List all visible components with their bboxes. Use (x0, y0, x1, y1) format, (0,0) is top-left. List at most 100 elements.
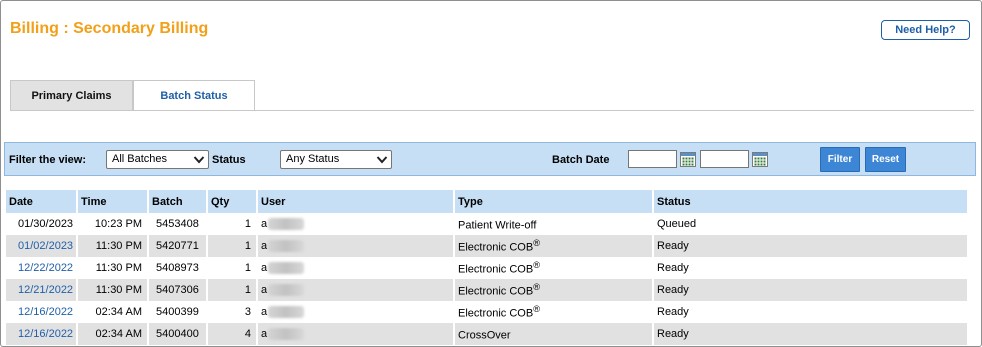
table-row: 01/02/2023 11:30 PM 5420771 1 a Electron… (6, 235, 969, 257)
row-date-link[interactable]: 12/22/2022 (6, 257, 78, 279)
row-time: 11:30 PM (77, 257, 149, 279)
row-type-label: Electronic COB (458, 307, 534, 320)
row-date-link[interactable]: 12/16/2022 (6, 323, 78, 345)
batches-select[interactable]: All Batches (106, 150, 209, 169)
row-time: 02:34 AM (77, 301, 149, 323)
row-batch: 5420771 (148, 235, 208, 257)
redacted-user (268, 262, 305, 275)
status-select-value: Any Status (286, 153, 340, 165)
row-type-label: Electronic COB (458, 263, 534, 276)
row-user: a (257, 279, 455, 301)
table-row: 12/22/2022 11:30 PM 5408973 1 a Electron… (6, 257, 969, 279)
row-date-link[interactable]: 12/16/2022 (6, 301, 78, 323)
chevron-down-icon (376, 156, 388, 164)
redacted-user (268, 240, 305, 253)
reset-button[interactable]: Reset (865, 147, 906, 172)
row-type: Electronic COB® (454, 279, 654, 301)
row-user: a (257, 301, 455, 323)
row-batch: 5408973 (148, 257, 208, 279)
row-type-label: Electronic COB (458, 241, 534, 254)
row-qty: 1 (207, 257, 258, 279)
row-type-label: Patient Write-off (458, 219, 537, 232)
table-row: 12/21/2022 11:30 PM 5407306 1 a Electron… (6, 279, 969, 301)
calendar-icon[interactable] (680, 152, 696, 167)
table-row: 12/16/2022 02:34 AM 5400400 4 a CrossOve… (6, 323, 969, 345)
registered-mark: ® (533, 304, 540, 315)
calendar-icon[interactable] (752, 152, 768, 167)
tab-primary-claims[interactable]: Primary Claims (10, 80, 133, 111)
filter-bar: Filter the view: All Batches Status Any … (4, 142, 976, 176)
filter-view-label: Filter the view: (9, 154, 87, 166)
row-user-prefix: a (261, 327, 268, 340)
row-user-prefix: a (261, 217, 268, 230)
row-time: 11:30 PM (77, 279, 149, 301)
row-status: Ready (653, 235, 969, 257)
row-type: Electronic COB® (454, 257, 654, 279)
row-batch: 5407306 (148, 279, 208, 301)
row-type: Electronic COB® (454, 301, 654, 323)
chevron-down-icon (193, 156, 205, 164)
row-user-prefix: a (261, 305, 268, 318)
row-user-prefix: a (261, 283, 268, 296)
row-time: 02:34 AM (77, 323, 149, 345)
table-header-row: Date Time Batch Qty User Type Status (6, 190, 969, 213)
row-qty: 3 (207, 301, 258, 323)
batches-select-value: All Batches (112, 153, 168, 165)
row-user-prefix: a (261, 261, 268, 274)
row-qty: 1 (207, 213, 258, 235)
registered-mark: ® (533, 282, 540, 293)
row-user: a (257, 323, 455, 345)
row-qty: 1 (207, 235, 258, 257)
row-user: a (257, 213, 455, 235)
row-status: Queued (653, 213, 969, 235)
row-qty: 4 (207, 323, 258, 345)
column-header-qty[interactable]: Qty (207, 190, 258, 213)
row-date-link[interactable]: 01/02/2023 (6, 235, 78, 257)
row-batch: 5400400 (148, 323, 208, 345)
redacted-user (268, 284, 305, 297)
row-batch: 5400399 (148, 301, 208, 323)
column-header-user[interactable]: User (257, 190, 455, 213)
row-time: 10:23 PM (77, 213, 149, 235)
redacted-user (268, 328, 305, 341)
row-qty: 1 (207, 279, 258, 301)
row-date: 01/30/2023 (6, 213, 78, 235)
tab-divider (10, 110, 974, 111)
row-type-label: Electronic COB (458, 285, 534, 298)
row-status: Ready (653, 301, 969, 323)
redacted-user (268, 306, 305, 319)
row-user: a (257, 257, 455, 279)
row-status: Ready (653, 257, 969, 279)
table-row: 01/30/2023 10:23 PM 5453408 1 a Patient … (6, 213, 969, 235)
row-status: Ready (653, 279, 969, 301)
row-type-label: CrossOver (458, 329, 511, 342)
column-header-batch[interactable]: Batch (148, 190, 208, 213)
row-type: Electronic COB® (454, 235, 654, 257)
batch-date-from-input[interactable] (628, 150, 677, 168)
column-header-type[interactable]: Type (454, 190, 654, 213)
column-header-time[interactable]: Time (77, 190, 149, 213)
column-header-date[interactable]: Date (6, 190, 78, 213)
status-label: Status (212, 154, 246, 166)
status-select[interactable]: Any Status (280, 150, 392, 169)
table-row: 12/16/2022 02:34 AM 5400399 3 a Electron… (6, 301, 969, 323)
row-type: Patient Write-off (454, 213, 654, 235)
registered-mark: ® (533, 238, 540, 249)
row-type: CrossOver (454, 323, 654, 345)
redacted-user (268, 218, 305, 231)
batch-date-label: Batch Date (552, 154, 610, 166)
row-date-link[interactable]: 12/21/2022 (6, 279, 78, 301)
batch-table: Date Time Batch Qty User Type Status 01/… (6, 190, 969, 345)
need-help-button[interactable]: Need Help? (881, 20, 970, 40)
app-window: Billing : Secondary Billing Need Help? P… (0, 0, 982, 347)
row-batch: 5453408 (148, 213, 208, 235)
batch-date-to-input[interactable] (700, 150, 749, 168)
row-status: Ready (653, 323, 969, 345)
tab-batch-status[interactable]: Batch Status (133, 80, 255, 111)
registered-mark: ® (533, 260, 540, 271)
page-title: Billing : Secondary Billing (10, 20, 209, 37)
row-user: a (257, 235, 455, 257)
column-header-status[interactable]: Status (653, 190, 969, 213)
filter-button[interactable]: Filter (820, 147, 860, 172)
row-user-prefix: a (261, 239, 268, 252)
